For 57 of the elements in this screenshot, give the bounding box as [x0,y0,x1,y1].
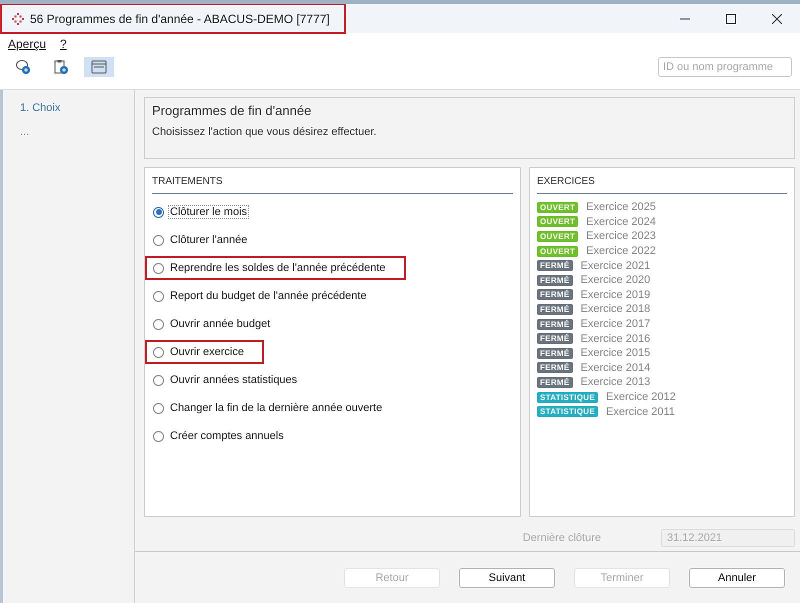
radio-option[interactable]: Ouvrir année budget [153,316,272,332]
search-field[interactable]: ID ou nom programme [658,57,792,77]
close-icon [772,14,782,24]
window-icon [91,60,107,74]
status-badge: FERMÉ [537,260,572,272]
page-subtitle: Choisissez l'action que vous désirez effectuer. [152,126,378,138]
exercise-label: Exercice 2021 [580,260,650,272]
exercise-label: Exercice 2024 [586,216,656,228]
exercise-label: Exercice 2017 [580,318,650,330]
field-label: Dernière clôture [522,532,601,544]
menu-item[interactable]: ? [60,37,67,51]
status-badge: FERMÉ [537,318,572,330]
status-badge: FERMÉ [537,304,572,315]
radio-option[interactable]: Changer la fin de la dernière année ouverte [153,400,384,416]
chat-add-icon [15,59,31,75]
exercise-label: Exercice 2011 [606,406,675,418]
section-title: TRAITEMENTS [152,176,513,194]
status-badge: FERMÉ [537,274,572,286]
status-badge: STATISTIQUE [537,406,598,418]
status-badge: OUVERT [537,230,578,242]
exercise-label: Exercice 2018 [580,303,650,316]
status-badge: OUVERT [537,202,578,213]
page-title: Programmes de fin d'année [152,103,312,118]
maximize-icon [726,14,736,24]
menu-item[interactable]: Aperçu [8,37,46,51]
step-item[interactable]: 1. Choix [20,102,134,114]
exercise-label: Exercice 2012 [606,391,676,404]
status-badge: FERMÉ [537,348,572,359]
exercise-label: Exercice 2020 [580,274,650,286]
exercise-label: Exercice 2022 [586,245,656,258]
radio-option[interactable]: Report du budget de l'année précédente [153,288,369,304]
toolbar-button[interactable] [84,57,114,77]
radio-option[interactable]: Ouvrir années statistiques [153,372,300,388]
radio-option[interactable]: Clôturer l'année [153,232,250,248]
exercise-label: Exercice 2013 [580,376,650,388]
exercise-label: Exercice 2015 [580,347,650,360]
window-title: 56 Programmes de fin d'année - ABACUS-DEMO [7777] [30,12,330,26]
exercise-label: Exercice 2014 [580,362,650,374]
status-badge: FERMÉ [537,362,572,374]
exercise-label: Exercice 2023 [586,230,656,242]
exercise-label: Exercice 2025 [586,201,656,214]
radio-option[interactable]: Ouvrir exercice [153,344,246,360]
radio-option[interactable]: Créer comptes annuels [153,428,286,444]
wizard-button[interactable]: Suivant [459,568,555,588]
exercise-label: Exercice 2016 [580,332,650,345]
section-title: EXERCICES [537,176,787,194]
app-logo-icon [12,12,24,24]
status-badge: STATISTIQUE [537,392,598,403]
wizard-button[interactable]: Annuler [689,568,785,588]
status-badge: FERMÉ [537,333,572,344]
radio-option[interactable]: Reprendre les soldes de l'année précédente [153,260,388,276]
clipboard-add-icon [53,59,69,75]
status-badge: OUVERT [537,216,578,228]
exercise-label: Exercice 2019 [580,288,650,301]
status-badge: FERMÉ [537,376,572,388]
status-badge: OUVERT [537,246,578,257]
status-badge: FERMÉ [537,289,572,300]
